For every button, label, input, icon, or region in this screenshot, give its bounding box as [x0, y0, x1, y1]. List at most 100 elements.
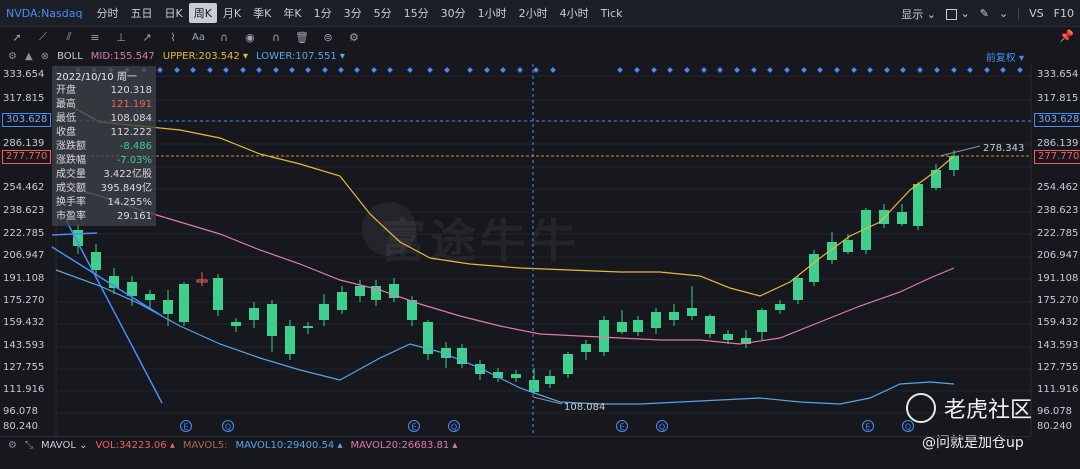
period-tab-1hour[interactable]: 1小时	[472, 5, 513, 21]
candle-body	[669, 312, 679, 320]
info-key: 换手率	[56, 197, 86, 208]
trendline-icon[interactable]: ⟋	[32, 30, 54, 44]
period-tab-30min[interactable]: 30分	[435, 5, 472, 21]
signal-dot	[517, 67, 523, 73]
left-tick: 333.654	[3, 69, 45, 80]
right-tick: 286.139	[1037, 138, 1079, 149]
period-tab-weekly[interactable]: 周K	[188, 3, 217, 23]
period-tab-daily[interactable]: 日K	[158, 5, 188, 21]
lock-icon[interactable]: ∩	[265, 31, 287, 44]
period-tab-quarterly[interactable]: 季K	[247, 5, 277, 21]
gear-icon[interactable]: ⚙	[8, 51, 17, 62]
signal-dot	[371, 67, 377, 73]
arrow-icon[interactable]: ↗	[136, 31, 158, 44]
right-tick: 206.947	[1037, 250, 1079, 261]
candle-body	[563, 354, 573, 374]
candle-body	[249, 308, 259, 320]
trend-lines	[51, 219, 163, 404]
alert-icon[interactable]: ▲	[25, 51, 33, 62]
price-adjust-dropdown[interactable]: 前复权 ▾	[986, 49, 1024, 64]
fibonacci-icon[interactable]: ≡	[84, 31, 106, 44]
layout-checkbox[interactable]: ⌄	[946, 7, 970, 20]
left-tick: 80.240	[3, 421, 38, 432]
cursor-icon[interactable]: ➚	[6, 31, 28, 44]
chevron-down-icon: ⌄	[960, 7, 970, 20]
candle-body	[793, 278, 803, 300]
brush-icon[interactable]: ⌇	[162, 31, 184, 44]
candle-body	[213, 278, 223, 310]
text-tool-icon[interactable]: Aa	[188, 32, 209, 43]
candle-body	[843, 240, 853, 252]
eye-icon[interactable]: ◉	[239, 31, 261, 44]
signal-dot	[817, 67, 823, 73]
info-key: 市盈率	[56, 211, 86, 222]
info-value: 120.318	[110, 85, 152, 96]
settings-icon[interactable]: ⚙	[343, 31, 365, 44]
period-tab-yearly[interactable]: 年K	[277, 5, 307, 21]
signal-dot	[240, 67, 246, 73]
period-tab-intraday[interactable]: 分时	[90, 5, 124, 21]
candle-body	[91, 252, 101, 270]
period-tab-3min[interactable]: 3分	[338, 5, 368, 21]
info-value: 108.084	[110, 113, 152, 124]
magnet-icon[interactable]: ∩	[213, 31, 235, 44]
period-tab-15min[interactable]: 15分	[398, 5, 435, 21]
signal-dot	[751, 67, 757, 73]
sync-icon[interactable]: ⊜	[317, 31, 339, 44]
left-tick: 127.755	[3, 362, 45, 373]
left-tick: 159.432	[3, 317, 45, 328]
pin-icon[interactable]: 📌	[1059, 29, 1074, 43]
close-icon[interactable]: ⊗	[41, 51, 49, 62]
candle-body	[319, 304, 329, 320]
draw-menu-chevron-icon[interactable]: ⌄	[999, 7, 1008, 20]
draw-pen-icon[interactable]: ✎	[980, 7, 989, 20]
candle-body	[897, 212, 907, 224]
measure-icon[interactable]: ⊥	[110, 31, 132, 44]
compare-button[interactable]: VS	[1029, 7, 1044, 20]
event-marker-label: Q	[225, 423, 231, 432]
signal-dot	[834, 67, 840, 73]
candle-body	[545, 376, 555, 384]
candlestick-chart[interactable]: 278.343 108.084 EQEQEQEQ	[0, 64, 1080, 436]
signal-dot	[223, 67, 229, 73]
candle-body	[633, 320, 643, 332]
event-marker-label: Q	[659, 423, 665, 432]
info-key: 成交量	[56, 169, 86, 180]
signal-dot	[734, 67, 740, 73]
signal-dot	[917, 67, 923, 73]
period-tab-5day[interactable]: 五日	[124, 5, 158, 21]
tiger-logo-icon	[906, 393, 936, 423]
f10-button[interactable]: F10	[1054, 7, 1074, 20]
boll-lower-text: LOWER:107.551	[256, 50, 337, 62]
signal-dot	[717, 67, 723, 73]
candle-body	[599, 320, 609, 352]
signal-dot	[256, 67, 262, 73]
channel-icon[interactable]: ⫽	[58, 30, 80, 44]
candle-body	[809, 254, 819, 282]
vol-value: VOL:34223.06 ▴	[95, 440, 175, 451]
period-tab-4hour[interactable]: 4小时	[554, 5, 595, 21]
candle-body	[651, 312, 661, 328]
period-tab-tick[interactable]: Tick	[595, 7, 629, 20]
expand-icon[interactable]: ⤡	[25, 440, 33, 451]
candle-body	[303, 326, 313, 328]
info-key: 最高	[56, 99, 76, 110]
mavol-dropdown[interactable]: MAVOL ⌄	[41, 440, 88, 451]
right-tick: 80.240	[1037, 421, 1072, 432]
symbol-label[interactable]: NVDA:Nasdaq	[0, 7, 90, 20]
period-tab-monthly[interactable]: 月K	[217, 5, 247, 21]
indicator-name[interactable]: BOLL	[57, 51, 83, 62]
trash-icon[interactable]: 🗑	[291, 31, 313, 44]
candle-body	[687, 308, 697, 316]
period-tab-2hour[interactable]: 2小时	[513, 5, 554, 21]
left-tick: 238.623	[3, 205, 45, 216]
period-tab-1min[interactable]: 1分	[308, 5, 338, 21]
info-value: 3.422亿股	[103, 169, 152, 180]
info-date: 2022/10/10 周一	[56, 72, 137, 83]
display-dropdown[interactable]: 显示 ⌄	[901, 6, 936, 22]
event-marker-label: E	[183, 423, 188, 432]
gear-icon[interactable]: ⚙	[8, 440, 17, 451]
boll-upper-value: UPPER:203.542 ▾	[162, 50, 249, 62]
period-tab-5min[interactable]: 5分	[368, 5, 398, 21]
right-tick: 317.815	[1037, 93, 1079, 104]
